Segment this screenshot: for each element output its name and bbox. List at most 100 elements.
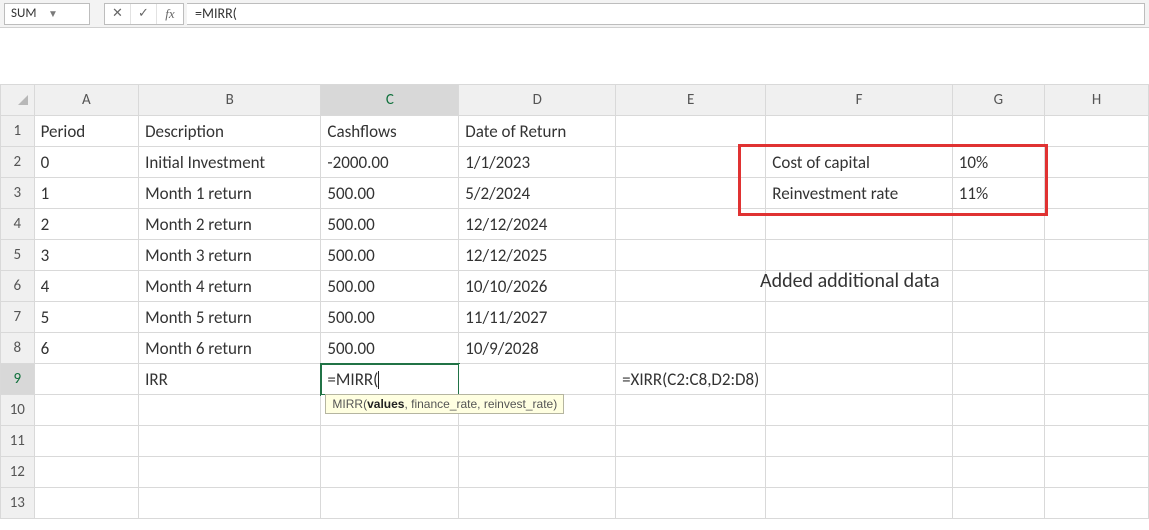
row-header[interactable]: 6 — [1, 271, 35, 302]
cell[interactable]: 500.00 — [321, 240, 459, 271]
row-header[interactable]: 4 — [1, 209, 35, 240]
row-header[interactable]: 8 — [1, 333, 35, 364]
cell[interactable]: 2 — [34, 209, 139, 240]
active-cell[interactable]: =MIRR( MIRR(values, finance_rate, reinve… — [321, 364, 459, 395]
cell[interactable] — [766, 395, 952, 426]
cell[interactable] — [766, 209, 952, 240]
cell[interactable]: 11/11/2027 — [459, 302, 616, 333]
cell[interactable] — [952, 395, 1044, 426]
cell[interactable]: 11% — [952, 178, 1044, 209]
cell[interactable] — [952, 426, 1044, 457]
cell[interactable] — [1045, 457, 1149, 488]
cell[interactable]: 1/1/2023 — [459, 147, 616, 178]
cell[interactable]: 500.00 — [321, 178, 459, 209]
row-header[interactable]: 5 — [1, 240, 35, 271]
cell[interactable] — [321, 426, 459, 457]
cell[interactable] — [766, 116, 952, 147]
cell[interactable]: 6 — [34, 333, 139, 364]
cell[interactable]: Month 2 return — [139, 209, 321, 240]
cell[interactable]: 3 — [34, 240, 139, 271]
cell[interactable]: Month 3 return — [139, 240, 321, 271]
cell[interactable] — [459, 426, 616, 457]
col-header-D[interactable]: D — [459, 85, 616, 116]
row-header[interactable]: 11 — [1, 426, 35, 457]
cell[interactable] — [766, 240, 952, 271]
row-header[interactable]: 7 — [1, 302, 35, 333]
cell[interactable] — [952, 116, 1044, 147]
cell[interactable]: Initial Investment — [139, 147, 321, 178]
function-tooltip[interactable]: MIRR(values, finance_rate, reinvest_rate… — [325, 394, 564, 414]
cancel-button[interactable]: ✕ — [105, 4, 131, 24]
cell[interactable]: Description — [139, 116, 321, 147]
cell[interactable] — [1045, 240, 1149, 271]
cell[interactable] — [34, 488, 139, 519]
col-header-C[interactable]: C — [321, 85, 459, 116]
cell[interactable] — [616, 178, 766, 209]
cell[interactable]: 500.00 — [321, 209, 459, 240]
cell[interactable]: Period — [34, 116, 139, 147]
cell[interactable]: 10/9/2028 — [459, 333, 616, 364]
cell[interactable]: 12/12/2025 — [459, 240, 616, 271]
row-header[interactable]: 13 — [1, 488, 35, 519]
cell[interactable]: Month 1 return — [139, 178, 321, 209]
cell[interactable] — [459, 364, 616, 395]
name-box[interactable]: SUM ▼ — [4, 3, 90, 25]
cell[interactable]: 500.00 — [321, 271, 459, 302]
col-header-B[interactable]: B — [139, 85, 321, 116]
cell[interactable] — [139, 488, 321, 519]
col-header-F[interactable]: F — [766, 85, 952, 116]
cell[interactable] — [952, 457, 1044, 488]
cell[interactable] — [952, 488, 1044, 519]
cell[interactable] — [616, 209, 766, 240]
cell[interactable] — [616, 395, 766, 426]
cell[interactable] — [1045, 147, 1149, 178]
cell[interactable] — [952, 209, 1044, 240]
cell[interactable]: =XIRR(C2:C8,D2:D8) — [616, 364, 766, 395]
cell[interactable]: Reinvestment rate — [766, 178, 952, 209]
cell[interactable]: 0 — [34, 147, 139, 178]
row-header[interactable]: 9 — [1, 364, 35, 395]
cell[interactable] — [1045, 116, 1149, 147]
cell[interactable]: 5 — [34, 302, 139, 333]
cell[interactable] — [766, 426, 952, 457]
row-header[interactable]: 2 — [1, 147, 35, 178]
cell[interactable] — [34, 457, 139, 488]
cell[interactable]: 5/2/2024 — [459, 178, 616, 209]
cell[interactable] — [616, 147, 766, 178]
row-header[interactable]: 3 — [1, 178, 35, 209]
cell[interactable] — [952, 333, 1044, 364]
col-header-G[interactable]: G — [952, 85, 1044, 116]
cell[interactable] — [34, 395, 139, 426]
cell[interactable] — [139, 457, 321, 488]
cell[interactable] — [1045, 333, 1149, 364]
row-header[interactable]: 1 — [1, 116, 35, 147]
cell[interactable]: Month 5 return — [139, 302, 321, 333]
row-header[interactable]: 12 — [1, 457, 35, 488]
cell[interactable] — [1045, 209, 1149, 240]
cell[interactable] — [459, 457, 616, 488]
spreadsheet-grid[interactable]: A B C D E F G H 1 Period Description Cas… — [0, 84, 1149, 519]
cell[interactable] — [459, 488, 616, 519]
cell[interactable] — [766, 488, 952, 519]
cell[interactable] — [1045, 426, 1149, 457]
cell[interactable] — [766, 457, 952, 488]
cell[interactable]: 4 — [34, 271, 139, 302]
cell[interactable] — [766, 333, 952, 364]
cell[interactable] — [616, 333, 766, 364]
cell[interactable]: 10/10/2026 — [459, 271, 616, 302]
chevron-down-icon[interactable]: ▼ — [48, 7, 85, 20]
cell[interactable]: Month 6 return — [139, 333, 321, 364]
cell[interactable]: -2000.00 — [321, 147, 459, 178]
cell[interactable]: Month 4 return — [139, 271, 321, 302]
cell[interactable] — [1045, 364, 1149, 395]
cell[interactable] — [616, 116, 766, 147]
cell[interactable] — [34, 426, 139, 457]
row-header[interactable]: 10 — [1, 395, 35, 426]
cell[interactable] — [321, 488, 459, 519]
formula-input[interactable]: =MIRR( — [187, 3, 1145, 25]
col-header-A[interactable]: A — [34, 85, 139, 116]
cell[interactable] — [952, 364, 1044, 395]
cell[interactable] — [139, 426, 321, 457]
cell[interactable]: 1 — [34, 178, 139, 209]
confirm-button[interactable]: ✓ — [131, 4, 157, 24]
